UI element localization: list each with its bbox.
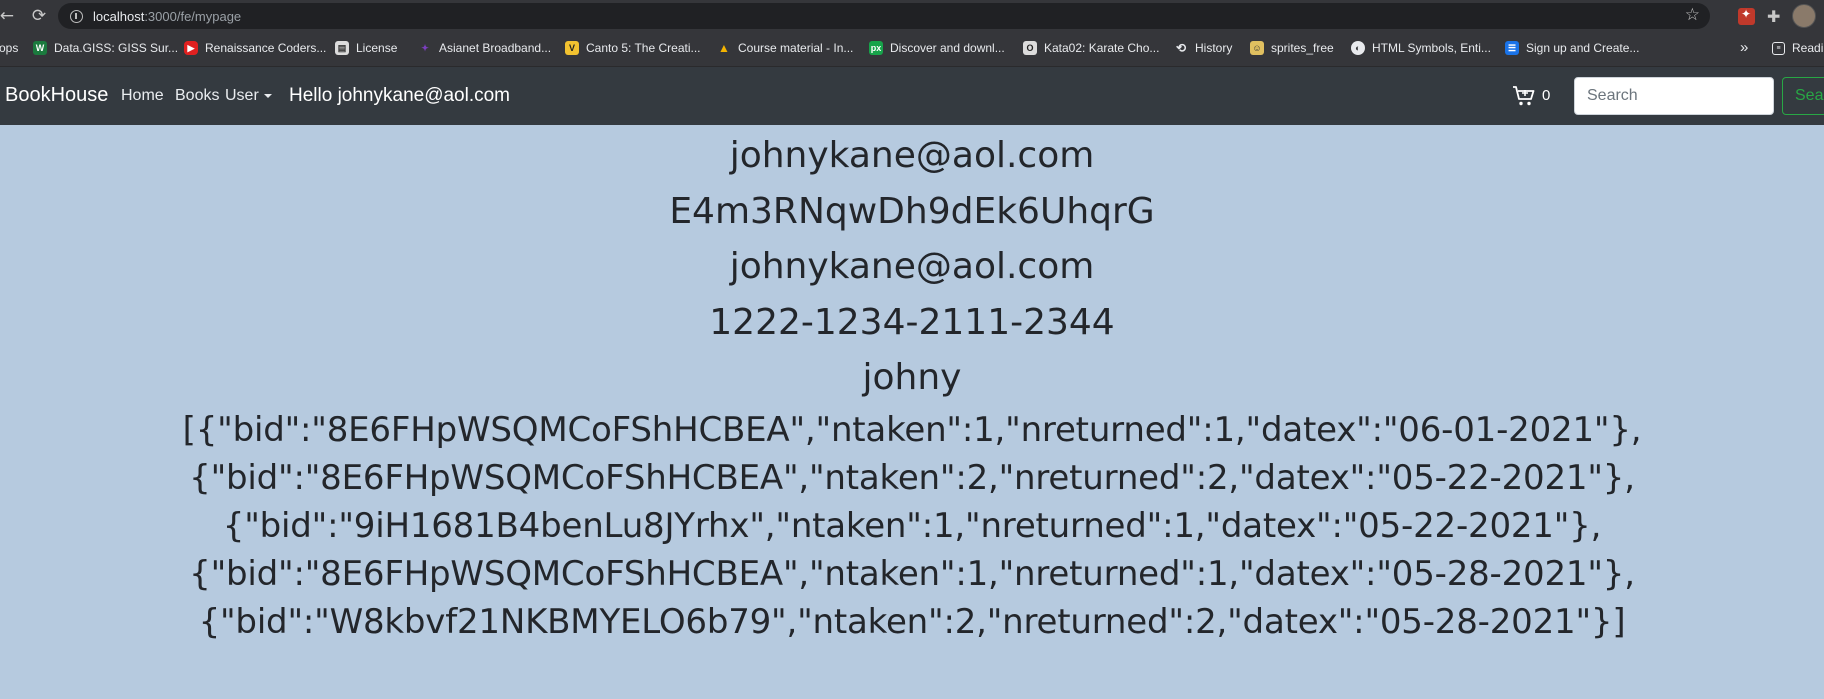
extensions-puzzle-icon[interactable]: ✚ [1767, 7, 1780, 26]
borrow-history-line: {"bid":"8E6FHpWSQMCoFShHCBEA","ntaken":2… [189, 457, 1635, 498]
back-arrow-icon[interactable]: ← [0, 3, 14, 29]
bookmark-label: History [1195, 41, 1233, 55]
nav-user-label: User [225, 87, 259, 104]
nav-books[interactable]: Books [175, 87, 219, 105]
cart-icon[interactable] [1512, 84, 1536, 108]
bookmark-apps[interactable]: ops [0, 41, 18, 55]
bookmark-sprites[interactable]: ☺ sprites_free [1250, 41, 1334, 55]
reading-list-label: Readi [1792, 41, 1824, 55]
asianet-icon: ✦ [421, 42, 429, 53]
bookmark-label: HTML Symbols, Enti... [1372, 41, 1491, 55]
cart-count: 0 [1542, 87, 1551, 104]
brand-link[interactable]: BookHouse [5, 84, 108, 107]
browser-toolbar: ← ⟳ localhost:3000/fe/mypage ☆ ✚ [0, 0, 1824, 32]
youtube-icon: ▶ [184, 41, 198, 55]
bookmark-label: Renaissance Coders... [205, 41, 327, 55]
history-icon: ⟲ [1175, 41, 1187, 55]
form-icon: ☰ [1505, 41, 1519, 55]
profile-avatar[interactable] [1792, 4, 1817, 28]
bookmark-course[interactable]: ▲ Course material - In... [717, 41, 853, 55]
reload-icon[interactable]: ⟳ [26, 3, 52, 29]
nav-home[interactable]: Home [121, 87, 164, 105]
profile-content: johnykane@aol.com E4m3RNqwDh9dEk6UhqrG j… [0, 125, 1824, 646]
bookmark-label: Sign up and Create... [1526, 41, 1640, 55]
search-button[interactable]: Search [1782, 77, 1824, 115]
bookmark-canto[interactable]: V Canto 5: The Creati... [565, 41, 701, 55]
bookmark-history[interactable]: ⟲ History [1174, 41, 1232, 55]
address-bar[interactable]: localhost:3000/fe/mypage ☆ [58, 3, 1710, 29]
canto-icon: V [565, 41, 579, 55]
document-icon: ▤ [335, 41, 349, 55]
extension-icon[interactable] [1738, 7, 1755, 25]
bookmark-label: ops [0, 41, 19, 55]
user-id: E4m3RNqwDh9dEk6UhqrG [669, 190, 1155, 232]
drive-icon: ▲ [718, 41, 730, 55]
px-icon: px [869, 41, 883, 55]
bookmark-license[interactable]: ▤ License [335, 41, 397, 55]
bookmark-asianet[interactable]: ✦ Asianet Broadband... [418, 41, 551, 55]
sprites-icon: ☺ [1250, 41, 1264, 55]
borrow-history-line: [{"bid":"8E6FHpWSQMCoFShHCBEA","ntaken":… [182, 409, 1642, 450]
bookmark-star-icon[interactable]: ☆ [1685, 5, 1700, 25]
bookmarks-overflow-icon[interactable]: » [1740, 39, 1748, 56]
app-navbar: BookHouse Home Books User Hello johnykan… [0, 67, 1824, 125]
borrow-history-line: {"bid":"W8kbvf21NKBMYELO6b79","ntaken":2… [198, 601, 1626, 642]
url-text[interactable]: localhost:3000/fe/mypage [93, 9, 241, 24]
bookmark-label: Course material - In... [738, 41, 854, 55]
giss-icon: W [33, 41, 47, 55]
bookmark-renaissance[interactable]: ▶ Renaissance Coders... [184, 41, 326, 55]
bookmark-label: Kata02: Karate Cho... [1044, 41, 1160, 55]
bookmark-label: Discover and downl... [890, 41, 1005, 55]
bookmark-label: Data.GISS: GISS Sur... [54, 41, 179, 55]
bookmark-label: Asianet Broadband... [439, 41, 552, 55]
bookmark-signup[interactable]: ☰ Sign up and Create... [1505, 41, 1639, 55]
bookmark-kata[interactable]: O Kata02: Karate Cho... [1023, 41, 1159, 55]
bookmark-label: Canto 5: The Creati... [586, 41, 701, 55]
user-card-number: 1222-1234-2111-2344 [709, 301, 1115, 343]
bookmark-label: License [356, 41, 398, 55]
reading-list-button[interactable]: ≡ Readi [1772, 41, 1823, 55]
user-email-secondary: johnykane@aol.com [729, 246, 1095, 288]
site-info-icon[interactable] [70, 9, 83, 23]
reading-list-icon: ≡ [1772, 41, 1785, 55]
bookmark-discover[interactable]: px Discover and downl... [869, 41, 1005, 55]
nav-user-dropdown[interactable]: User [225, 87, 272, 105]
bookmark-label: sprites_free [1271, 41, 1334, 55]
globe-icon: ◐ [1351, 41, 1365, 55]
user-name: johny [862, 357, 962, 399]
bookmarks-bar: ops W Data.GISS: GISS Sur... ▶ Renaissan… [0, 32, 1824, 67]
borrow-history-line: {"bid":"9iH1681B4benLu8JYrhx","ntaken":1… [222, 505, 1602, 546]
bookmark-html-symbols[interactable]: ◐ HTML Symbols, Enti... [1351, 41, 1491, 55]
borrow-history-line: {"bid":"8E6FHpWSQMCoFShHCBEA","ntaken":1… [189, 553, 1635, 594]
user-email: johnykane@aol.com [729, 135, 1095, 176]
bookmark-giss[interactable]: W Data.GISS: GISS Sur... [33, 41, 178, 55]
caret-down-icon [263, 93, 272, 98]
search-input[interactable] [1574, 77, 1774, 115]
kata-icon: O [1023, 41, 1037, 55]
greeting-text: Hello johnykane@aol.com [289, 85, 511, 106]
